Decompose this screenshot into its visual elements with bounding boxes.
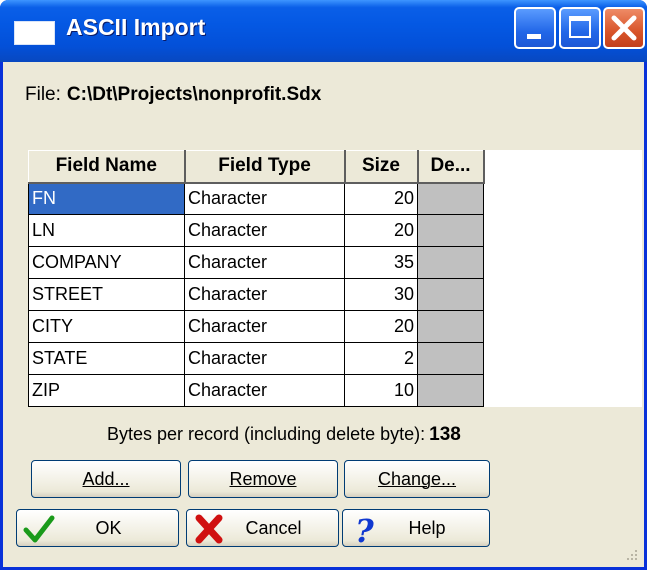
help-button-label: Help xyxy=(408,517,446,538)
field-name-cell[interactable]: CITY xyxy=(28,310,185,343)
bytes-per-record: Bytes per record (including delete byte)… xyxy=(107,424,461,446)
column-header-delete[interactable]: De... xyxy=(417,150,485,184)
question-mark-icon: ? xyxy=(355,513,374,545)
change-button-label: Change... xyxy=(377,468,457,489)
field-size-cell[interactable]: 35 xyxy=(344,246,418,279)
title-bar[interactable]: ASCII Import xyxy=(0,0,647,62)
file-path: C:\Dt\Projects\nonprofit.Sdx xyxy=(66,84,322,105)
resize-grip-icon[interactable] xyxy=(624,547,638,561)
field-type-cell[interactable]: Character xyxy=(184,374,345,407)
field-delete-cell xyxy=(417,342,484,375)
field-table: Field Name Field Type Size De... FN Char… xyxy=(28,150,485,407)
cancel-button-label: Cancel xyxy=(245,517,302,538)
bytes-per-record-label: Bytes per record (including delete byte)… xyxy=(107,424,426,444)
svg-text:?: ? xyxy=(355,513,374,545)
file-info: File: C:\Dt\Projects\nonprofit.Sdx xyxy=(25,84,321,106)
window-icon xyxy=(14,21,55,45)
add-button-label: Add... xyxy=(82,468,130,489)
field-size-cell[interactable]: 10 xyxy=(344,374,418,407)
field-name-cell[interactable]: ZIP xyxy=(28,374,185,407)
field-delete-cell xyxy=(417,214,484,247)
field-delete-cell xyxy=(417,278,484,311)
field-size-cell[interactable]: 20 xyxy=(344,214,418,247)
grid-header-row: Field Name Field Type Size De... xyxy=(28,150,485,184)
close-button[interactable] xyxy=(603,7,645,49)
field-type-cell[interactable]: Character xyxy=(184,278,345,311)
field-name-cell[interactable]: FN xyxy=(28,182,185,215)
add-button[interactable]: Add... xyxy=(31,460,181,498)
column-header-field-name[interactable]: Field Name xyxy=(28,150,186,184)
field-type-cell[interactable]: Character xyxy=(184,342,345,375)
minimize-icon xyxy=(527,34,541,39)
field-size-cell[interactable]: 2 xyxy=(344,342,418,375)
field-type-cell[interactable]: Character xyxy=(184,214,345,247)
table-row[interactable]: STATE Character 2 xyxy=(28,342,484,375)
x-icon xyxy=(195,514,223,544)
table-row[interactable]: COMPANY Character 35 xyxy=(28,246,484,279)
field-name-cell[interactable]: COMPANY xyxy=(28,246,185,279)
field-name-cell[interactable]: LN xyxy=(28,214,185,247)
table-row[interactable]: CITY Character 20 xyxy=(28,310,484,343)
column-header-field-type[interactable]: Field Type xyxy=(184,150,346,184)
file-label: File: xyxy=(25,84,61,105)
minimize-button[interactable] xyxy=(514,7,556,49)
ok-button-label: OK xyxy=(95,517,122,538)
field-type-cell[interactable]: Character xyxy=(184,246,345,279)
field-delete-cell xyxy=(417,246,484,279)
window-title: ASCII Import xyxy=(66,14,206,40)
field-delete-cell xyxy=(417,310,484,343)
field-type-cell[interactable]: Character xyxy=(184,310,345,343)
column-header-size[interactable]: Size xyxy=(344,150,419,184)
checkmark-icon xyxy=(23,515,55,543)
field-grid[interactable]: Field Name Field Type Size De... FN Char… xyxy=(28,150,642,407)
ok-button[interactable]: OK xyxy=(16,509,179,547)
field-type-cell[interactable]: Character xyxy=(184,182,345,215)
remove-button-label: Remove xyxy=(229,468,297,489)
cancel-button[interactable]: Cancel xyxy=(186,509,339,547)
help-button[interactable]: ? Help xyxy=(342,509,490,547)
bytes-per-record-value: 138 xyxy=(429,424,461,445)
table-row[interactable]: ZIP Character 10 xyxy=(28,374,484,407)
remove-button[interactable]: Remove xyxy=(188,460,338,498)
field-name-cell[interactable]: STREET xyxy=(28,278,185,311)
change-button[interactable]: Change... xyxy=(344,460,490,498)
maximize-icon xyxy=(569,16,591,38)
ascii-import-dialog: ASCII Import File: C:\Dt\Projects\nonprof… xyxy=(0,0,647,570)
table-row[interactable]: FN Character 20 xyxy=(28,182,484,215)
table-row[interactable]: LN Character 20 xyxy=(28,214,484,247)
field-size-cell[interactable]: 30 xyxy=(344,278,418,311)
maximize-button[interactable] xyxy=(559,7,601,49)
field-delete-cell xyxy=(417,182,484,215)
field-delete-cell xyxy=(417,374,484,407)
field-size-cell[interactable]: 20 xyxy=(344,182,418,215)
close-icon xyxy=(611,15,637,41)
table-row[interactable]: STREET Character 30 xyxy=(28,278,484,311)
field-size-cell[interactable]: 20 xyxy=(344,310,418,343)
field-name-cell[interactable]: STATE xyxy=(28,342,185,375)
